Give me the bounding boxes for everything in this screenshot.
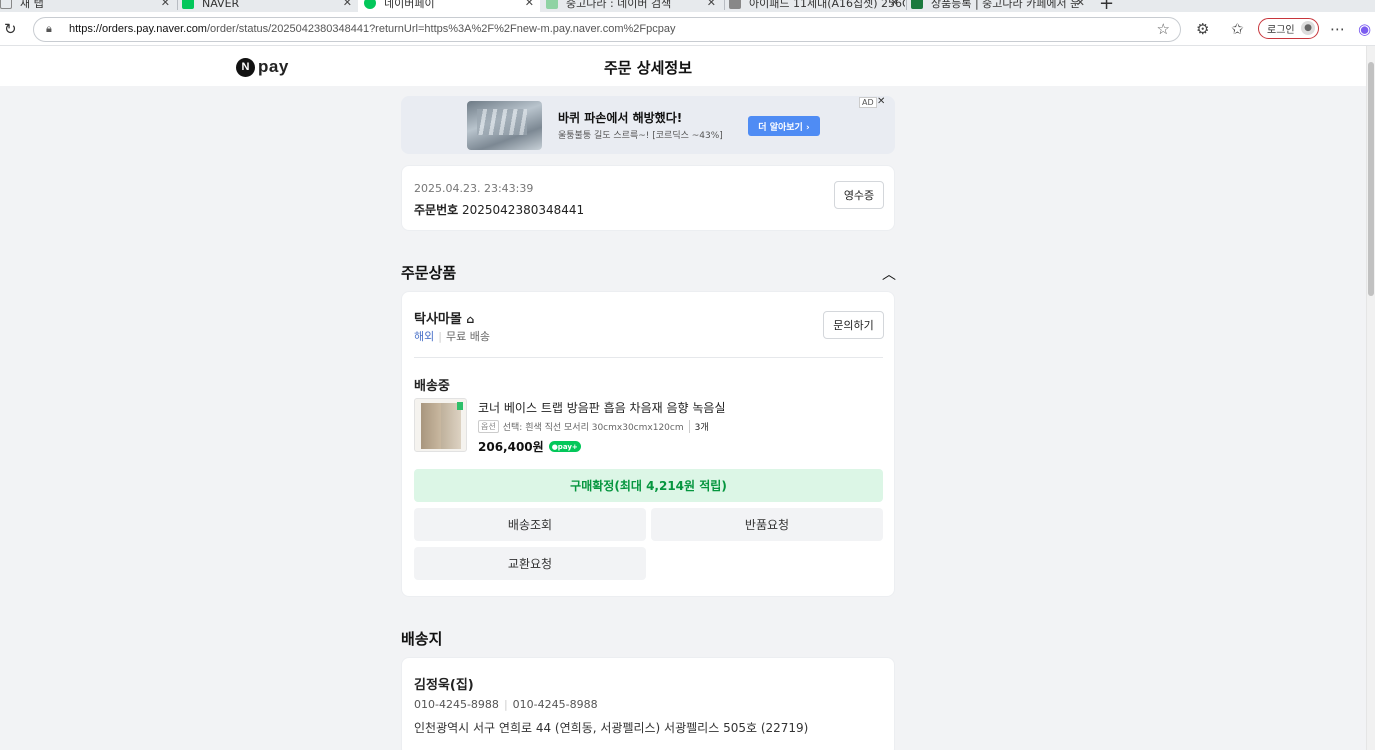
tab-label: NAVER [202,0,240,10]
option-tag: 옵션 [478,420,499,433]
more-menu-icon[interactable]: ⋯ [1330,20,1345,38]
ad-banner[interactable]: 바퀴 파손에서 해방했다! 울퉁불퉁 길도 스르륵~! [코르딕스 ~43%] … [401,96,895,154]
phone-primary: 010-4245-8988 [414,698,499,711]
order-info-card: 2025.04.23. 23:43:39 주문번호 20250423803484… [401,165,895,231]
browser-tab-strip: 새 탭 ✕ NAVER ✕ 네이버페이 ✕ 중고나라 : 네이버 검색 ✕ 아이… [0,0,1375,12]
reload-icon[interactable]: ↻ [4,20,17,38]
receipt-button[interactable]: 영수증 [834,181,884,209]
order-number: 주문번호 2025042380348441 [414,201,584,218]
overseas-label: 해외 [414,330,435,343]
login-label: 로그인 [1267,25,1295,36]
naverpay-icon [364,0,376,9]
track-delivery-button[interactable]: 배송조회 [414,508,646,541]
chevron-up-icon[interactable]: ︿ [882,264,896,284]
close-icon[interactable]: ✕ [343,0,352,9]
tab-ipad[interactable]: 아이패드 11세대(A16칩셋) 256G ✕ [729,0,905,12]
naver-icon [546,0,558,9]
tab-cafe[interactable]: 상품등록 | 중고나라 카페에서 운 ✕ [911,0,1091,12]
phone-secondary: 010-4245-8988 [512,698,598,711]
store-name[interactable]: 탁사마몰 ⌂ [414,308,474,327]
inquiry-button[interactable]: 문의하기 [823,311,884,339]
ad-title: 바퀴 파손에서 해방했다! [558,111,683,125]
npay-plus-badge: ●pay+ [548,441,581,452]
ad-close-icon[interactable]: ✕ [877,96,885,107]
order-datetime: 2025.04.23. 23:43:39 [414,182,534,195]
profile-login-button[interactable]: 로그인 ● [1258,18,1319,39]
tab-search[interactable]: 중고나라 : 네이버 검색 ✕ [546,0,722,12]
tab-label: 새 탭 [20,0,44,10]
divider [414,357,883,358]
page-header: N pay 주문 상세정보 [0,46,1366,86]
favorite-star-icon[interactable]: ☆ [1157,20,1170,38]
tab-label: 상품등록 | 중고나라 카페에서 운 [931,0,1081,10]
tab-label: 네이버페이 [384,0,435,10]
home-icon: ⌂ [466,313,475,326]
ad-badge: AD [859,97,877,108]
recipient-name: 김정욱(집) [414,678,474,693]
product-option: 옵션 선택: 흰색 직선 모서리 30cmx30cmx120cm 3개 [478,420,709,433]
recipient-phone: 010-4245-8988 | 010-4245-8988 [414,698,598,711]
ad-learn-more-button[interactable]: 더 알아보기 › [748,116,820,136]
close-icon[interactable]: ✕ [890,0,899,9]
order-number-value: 2025042380348441 [462,203,585,217]
close-icon[interactable]: ✕ [707,0,716,9]
return-request-button[interactable]: 반품요청 [651,508,883,541]
product-price: 206,400원 ●pay+ [478,438,581,455]
cafe-icon [911,0,923,9]
tab-naver[interactable]: NAVER ✕ [182,0,358,12]
tab-label: 중고나라 : 네이버 검색 [566,0,672,10]
favorites-icon[interactable]: ✩ [1231,20,1244,38]
ad-subtitle: 울퉁불퉁 길도 스르륵~! [코르딕스 ~43%] [558,131,723,141]
url-bar[interactable]: 🔒︎ https://orders.pay.naver.com/order/st… [33,17,1181,42]
section-title-address: 배송지 [401,630,443,648]
close-icon[interactable]: ✕ [161,0,170,9]
price-value: 206,400원 [478,440,544,454]
product-name[interactable]: 코너 베이스 트랩 방음판 흡음 차음재 음향 녹음실 [478,399,726,416]
page-title: 주문 상세정보 [603,59,693,77]
lock-icon: 🔒︎ [46,22,52,35]
shipping-label: 무료 배송 [445,330,490,343]
new-tab-icon[interactable]: + [1099,0,1114,12]
extensions-icon[interactable]: ⚙ [1196,20,1209,38]
address-toolbar: ↻ 🔒︎ https://orders.pay.naver.com/order/… [0,12,1375,46]
product-thumbnail[interactable] [414,398,467,452]
avatar-icon: ● [1301,21,1315,35]
store-meta: 해외 | 무료 배송 [414,330,490,343]
quantity: 3개 [688,420,709,433]
order-number-label: 주문번호 [414,203,459,217]
naver-icon [182,0,194,9]
copilot-icon[interactable]: ◉ [1358,20,1371,38]
tab-naverpay[interactable]: 네이버페이 ✕ [358,0,540,12]
close-icon[interactable]: ✕ [1076,0,1085,9]
delivery-status: 배송중 [414,379,450,394]
url-text: https://orders.pay.naver.com/order/statu… [69,23,676,35]
page-icon [0,0,12,9]
tab-label: 아이패드 11세대(A16칩셋) 256G [749,0,905,10]
scrollbar[interactable] [1366,46,1375,750]
exchange-request-button[interactable]: 교환요청 [414,547,646,580]
page-icon [729,0,741,9]
store-name-text: 탁사마몰 [414,312,462,327]
tab-new[interactable]: 새 탭 ✕ [0,0,176,12]
scrollbar-thumb[interactable] [1368,62,1374,296]
address-card: 김정욱(집) 010-4245-8988 | 010-4245-8988 인천광역시… [401,657,895,750]
option-text: 선택: 흰색 직선 모서리 30cmx30cmx120cm [502,423,684,433]
close-icon[interactable]: ✕ [525,0,534,9]
delivery-address: 인천광역시 서구 연희로 44 (연희동, 서광펠리스) 서광펠리스 505호 … [414,721,809,735]
product-card: 탁사마몰 ⌂ 해외 | 무료 배송 문의하기 배송중 코너 베이스 트랩 방음판 흡… [401,291,895,597]
section-title-products: 주문상품 [401,264,457,282]
purchase-confirm-button[interactable]: 구매확정(최대 4,214원 적립) [414,469,883,502]
ad-image[interactable] [467,101,542,150]
